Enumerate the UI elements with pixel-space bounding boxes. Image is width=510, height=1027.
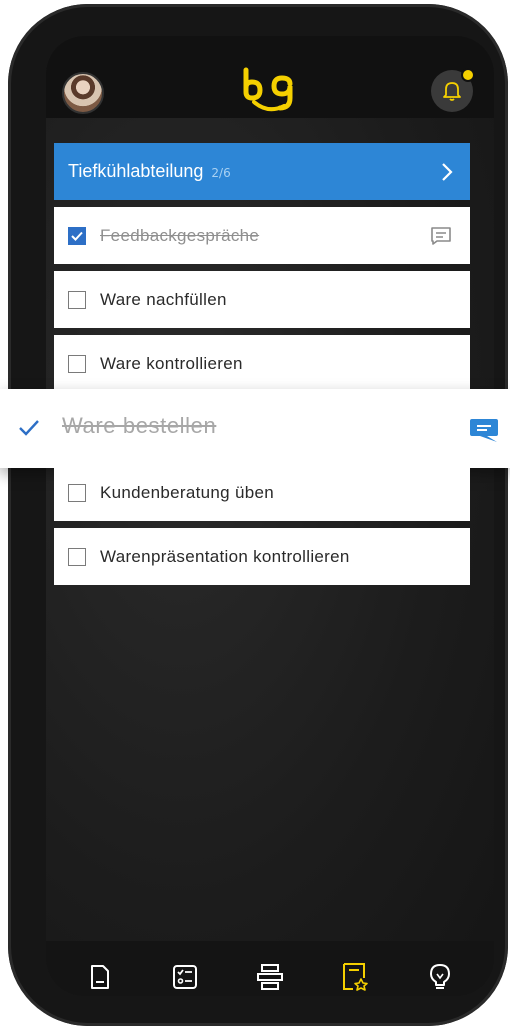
task-row[interactable]: Ware nachfüllen [54, 271, 470, 328]
task-checkbox[interactable] [68, 483, 86, 502]
check-icon[interactable] [18, 419, 40, 437]
task-row-highlighted[interactable]: Ware bestellen [0, 389, 510, 468]
tab-checklists[interactable] [163, 955, 207, 996]
tab-hierarchy[interactable] [248, 955, 292, 996]
favorites-icon [342, 963, 368, 991]
comment-icon[interactable] [469, 417, 499, 443]
hierarchy-icon [256, 964, 283, 990]
comment-icon[interactable] [430, 226, 452, 246]
notification-badge [461, 68, 475, 82]
brand-logo [243, 67, 293, 112]
task-row[interactable]: Warenpräsentation kontrollieren [54, 528, 470, 585]
task-row[interactable]: Kundenberatung üben [54, 464, 470, 521]
task-checkbox[interactable] [68, 547, 86, 566]
task-row[interactable]: Ware kontrollieren [54, 335, 470, 392]
check-icon [71, 231, 83, 241]
task-checkbox[interactable] [68, 226, 86, 245]
task-checkbox[interactable] [68, 354, 86, 373]
section-header[interactable]: Tiefkühlabteilung 2/6 [54, 143, 470, 200]
notifications-button[interactable] [431, 68, 475, 112]
bottom-tab-bar [46, 941, 494, 996]
document-icon [91, 965, 110, 989]
task-label: Ware nachfüllen [100, 289, 227, 309]
lightbulb-icon [429, 964, 450, 989]
task-label: Ware bestellen [62, 413, 217, 438]
avatar[interactable] [62, 72, 104, 114]
task-label: Ware kontrollieren [100, 353, 243, 373]
task-label: Kundenberatung üben [100, 482, 274, 502]
section-title: Tiefkühlabteilung [68, 161, 204, 181]
bell-icon [443, 82, 461, 101]
section-progress-count: 2/6 [211, 166, 231, 180]
chevron-right-icon [442, 163, 453, 181]
top-bar [46, 36, 494, 118]
task-label: Feedbackgespräche [100, 225, 260, 245]
task-row[interactable]: Feedbackgespräche [54, 207, 470, 264]
tab-documents[interactable] [78, 955, 122, 996]
checklist-icon [173, 965, 198, 989]
task-checkbox[interactable] [68, 290, 86, 309]
task-label: Warenpräsentation kontrollieren [100, 546, 350, 566]
tab-ideas[interactable] [418, 955, 462, 996]
tab-favorites[interactable] [333, 955, 377, 996]
